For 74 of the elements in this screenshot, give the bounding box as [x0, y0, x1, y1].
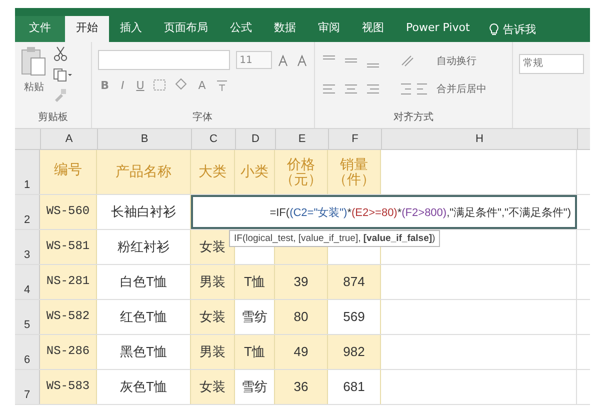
table-cell: WS-560: [40, 195, 97, 229]
table-cell: T恤: [235, 265, 275, 299]
row-header[interactable]: 7: [15, 370, 40, 404]
table-cell: 销量（件）: [328, 150, 381, 194]
table-cell: NS-281: [40, 265, 97, 299]
ribbon-tab[interactable]: 插入: [109, 16, 153, 42]
column-header[interactable]: F: [329, 129, 382, 149]
table-cell: WS-583: [40, 370, 97, 404]
phonetic-icon[interactable]: [214, 78, 229, 92]
font-size-field[interactable]: 11: [236, 51, 272, 69]
table-cell: NS-286: [40, 335, 97, 369]
ribbon-tab[interactable]: Power Pivot: [395, 16, 481, 42]
group-label: 字体: [192, 112, 213, 123]
table-cell: 价格（元）: [275, 150, 328, 194]
table-cell: WS-581: [40, 230, 97, 264]
table-cell: 编号: [40, 150, 97, 194]
column-header[interactable]: H: [382, 129, 578, 149]
table-cell: 女装: [191, 230, 235, 264]
clipboard-icon: [21, 46, 47, 78]
table-cell: 男装: [191, 335, 235, 369]
row-header[interactable]: 3: [15, 230, 40, 264]
paste-button[interactable]: 粘贴: [21, 46, 47, 110]
table-cell: 36: [275, 370, 328, 404]
table-cell: T恤: [235, 335, 275, 369]
column-header[interactable]: A: [41, 129, 98, 149]
ribbon-tab[interactable]: 页面布局: [153, 16, 219, 42]
scissors-icon[interactable]: [53, 46, 69, 62]
font-name-field[interactable]: [98, 50, 230, 70]
column-header[interactable]: C: [192, 129, 236, 149]
border-icon[interactable]: [153, 79, 168, 91]
ribbon-tab[interactable]: 数据: [263, 16, 307, 42]
group-label: 剪贴板: [38, 112, 68, 123]
table-cell: 女装: [191, 370, 235, 404]
number-format-field[interactable]: 常规: [519, 54, 584, 74]
function-tooltip: IF(logical_test, [value_if_true], [value_if_false]): [229, 230, 440, 247]
table-cell: WS-582: [40, 300, 97, 334]
font-color-button[interactable]: A: [195, 78, 209, 92]
tell-me-box[interactable]: 告诉我: [480, 16, 536, 42]
wrap-text-button[interactable]: 自动换行: [436, 54, 487, 68]
column-header[interactable]: B: [98, 129, 192, 149]
fill-bucket-icon[interactable]: [173, 78, 190, 92]
group-label: 对齐方式: [393, 112, 434, 123]
table-cell: 大类: [191, 150, 235, 194]
ribbon-tab[interactable]: 视图: [351, 16, 395, 42]
italic-button[interactable]: I: [118, 78, 128, 92]
column-header[interactable]: D: [236, 129, 276, 149]
table-cell: 产品名称: [97, 150, 191, 194]
table-cell: 小类: [235, 150, 275, 194]
column-header[interactable]: E: [276, 129, 329, 149]
table-cell: 39: [275, 265, 328, 299]
ribbon-tab[interactable]: 审阅: [307, 16, 351, 42]
table-cell: 982: [328, 335, 381, 369]
file-tab[interactable]: 文件: [15, 16, 65, 42]
row-header[interactable]: 5: [15, 300, 40, 334]
row-header[interactable]: 2: [15, 195, 40, 229]
formula-text: =IF((C2="女装")*(E2>=80)*(F2>800),"满足条件","不满足条件"): [270, 206, 571, 220]
table-cell: 女装: [191, 300, 235, 334]
underline-button[interactable]: U: [133, 78, 148, 92]
copy-icon[interactable]: [53, 68, 73, 82]
ribbon-tab[interactable]: 公式: [219, 16, 263, 42]
ribbon-tab[interactable]: 开始: [65, 16, 109, 42]
row-header[interactable]: 1: [15, 150, 40, 194]
indent-icon[interactable]: [398, 82, 429, 96]
row-header[interactable]: 6: [15, 335, 40, 369]
merge-center-button[interactable]: 合并后居中: [436, 82, 487, 96]
lightbulb-icon: [488, 22, 499, 36]
bold-button[interactable]: B: [98, 78, 112, 92]
font-size-icon[interactable]: [278, 53, 308, 67]
row-header[interactable]: 4: [15, 265, 40, 299]
table-cell: 874: [328, 265, 381, 299]
table-cell: 80: [275, 300, 328, 334]
table-cell: 49: [275, 335, 328, 369]
brush-icon[interactable]: [53, 88, 67, 102]
table-cell: 男装: [191, 265, 235, 299]
